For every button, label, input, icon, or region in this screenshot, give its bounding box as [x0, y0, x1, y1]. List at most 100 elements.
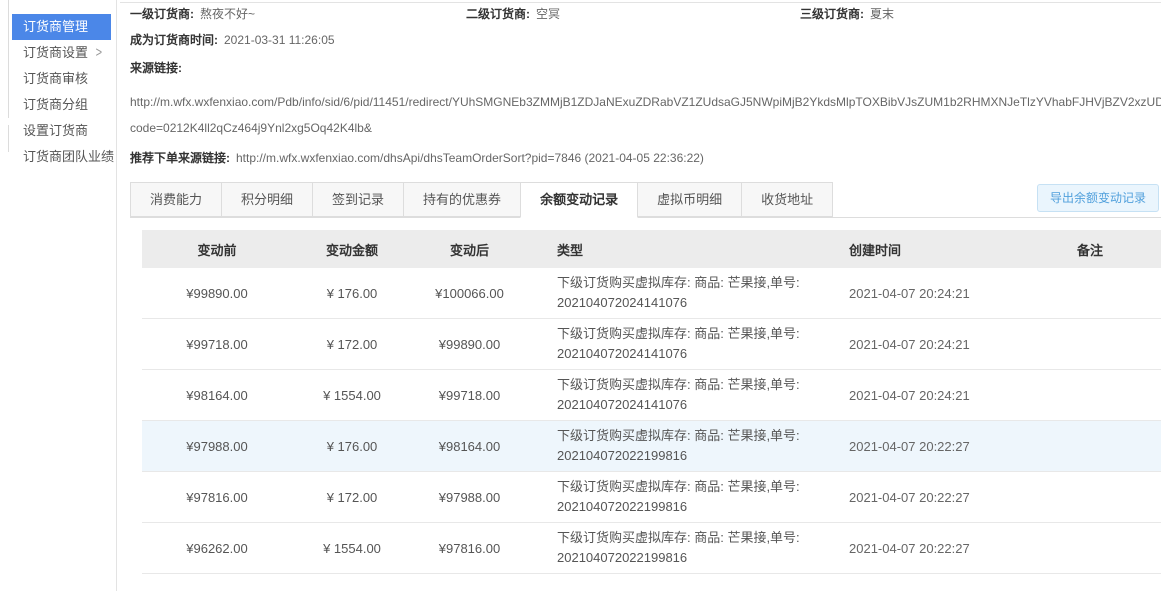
- source-link-code: code=0212K4ll2qCz464j9Ynl2xg5Oq42K4lb&: [130, 121, 372, 135]
- cell-remark: [1052, 442, 1161, 450]
- cell-created: 2021-04-07 20:24:21: [827, 333, 1052, 356]
- table-row: ¥96262.00¥ 1554.00¥97816.00下级订货购买虚拟库存: 商…: [142, 523, 1161, 574]
- table-body: ¥99890.00¥ 176.00¥100066.00下级订货购买虚拟库存: 商…: [142, 268, 1161, 591]
- chevron-right-icon: >: [96, 36, 102, 70]
- sidebar: 订货商管理订货商设置>订货商审核订货商分组设置订货商订货商团队业绩: [9, 0, 117, 591]
- cell-before: ¥96262.00: [142, 537, 292, 560]
- table-row: ¥96164.00¥ 98.00¥96262.00订单付款,单号: 202104…: [142, 574, 1161, 591]
- column-header: 备注: [1052, 236, 1161, 263]
- sidebar-item-label: 订货商分组: [23, 97, 88, 112]
- cell-amount: ¥ 1554.00: [292, 537, 412, 560]
- column-header: 变动后: [412, 236, 527, 263]
- source-link-url: http://m.wfx.wxfenxiao.com/Pdb/info/sid/…: [130, 95, 1161, 109]
- level2-distributor-label: 二级订货商:: [466, 7, 530, 21]
- source-link-label-row: 来源链接:: [130, 59, 188, 76]
- level1-distributor-value: 熬夜不好~: [200, 7, 255, 21]
- page: 订货商管理订货商设置>订货商审核订货商分组设置订货商订货商团队业绩 一级订货商:…: [0, 0, 1161, 591]
- cell-created: 2021-04-07 17:07:51: [827, 588, 1052, 591]
- recommend-order-link: 推荐下单来源链接: http://m.wfx.wxfenxiao.com/dhsA…: [130, 149, 704, 166]
- cell-after: ¥99890.00: [412, 333, 527, 356]
- become-time: 成为订货商时间: 2021-03-31 11:26:05: [130, 31, 335, 48]
- cell-remark: [1052, 544, 1161, 552]
- cell-type: 下级订货购买虚拟库存: 商品: 芒果接,单号: 2021040720241410…: [527, 320, 827, 368]
- table-row: ¥98164.00¥ 1554.00¥99718.00下级订货购买虚拟库存: 商…: [142, 370, 1161, 421]
- become-time-value: 2021-03-31 11:26:05: [224, 33, 335, 47]
- tab[interactable]: 虚拟币明细: [637, 182, 742, 217]
- column-header: 类型: [527, 236, 827, 263]
- column-header: 变动前: [142, 236, 292, 263]
- tab[interactable]: 持有的优惠券: [403, 182, 521, 217]
- sidebar-item-label: 设置订货商: [23, 123, 88, 138]
- sidebar-item[interactable]: 订货商团队业绩: [12, 144, 111, 170]
- table-row: ¥99890.00¥ 176.00¥100066.00下级订货购买虚拟库存: 商…: [142, 268, 1161, 319]
- level3-distributor-label: 三级订货商:: [800, 7, 864, 21]
- cell-created: 2021-04-07 20:22:27: [827, 435, 1052, 458]
- cell-after: ¥96262.00: [412, 588, 527, 591]
- cell-type: 下级订货购买虚拟库存: 商品: 芒果接,单号: 2021040720241410…: [527, 269, 827, 317]
- content-top-divider: [120, 2, 1161, 3]
- cell-amount: ¥ 172.00: [292, 333, 412, 356]
- balance-records-table: 变动前变动金额变动后类型创建时间备注 ¥99890.00¥ 176.00¥100…: [142, 230, 1161, 591]
- sidebar-item-label: 订货商管理: [23, 19, 88, 34]
- cell-amount: ¥ 1554.00: [292, 384, 412, 407]
- sidebar-item-label: 订货商设置: [23, 45, 88, 60]
- cell-after: ¥97988.00: [412, 486, 527, 509]
- cell-before: ¥99718.00: [142, 333, 292, 356]
- sidebar-item[interactable]: 订货商审核: [12, 66, 111, 92]
- cell-before: ¥98164.00: [142, 384, 292, 407]
- table-row: ¥97816.00¥ 172.00¥97988.00下级订货购买虚拟库存: 商品…: [142, 472, 1161, 523]
- cell-type: 下级订货购买虚拟库存: 商品: 芒果接,单号: 2021040720221998…: [527, 422, 827, 470]
- tab-bar: 消费能力积分明细签到记录持有的优惠券余额变动记录虚拟币明细收货地址: [130, 182, 832, 218]
- cell-created: 2021-04-07 20:24:21: [827, 384, 1052, 407]
- cell-remark: [1052, 391, 1161, 399]
- tab[interactable]: 消费能力: [130, 182, 222, 217]
- column-header: 变动金额: [292, 236, 412, 263]
- tab[interactable]: 积分明细: [221, 182, 313, 217]
- cell-remark: [1052, 493, 1161, 501]
- cell-amount: ¥ 176.00: [292, 282, 412, 305]
- recommend-order-link-value: http://m.wfx.wxfenxiao.com/dhsApi/dhsTea…: [236, 151, 704, 165]
- cell-type: 下级订货购买虚拟库存: 商品: 芒果接,单号: 2021040720221998…: [527, 524, 827, 572]
- source-link-label: 来源链接:: [130, 61, 182, 75]
- become-time-label: 成为订货商时间:: [130, 33, 218, 47]
- sidebar-item[interactable]: 订货商设置>: [12, 40, 111, 66]
- cell-before: ¥96164.00: [142, 588, 292, 591]
- table-row: ¥97988.00¥ 176.00¥98164.00下级订货购买虚拟库存: 商品…: [142, 421, 1161, 472]
- level1-distributor: 一级订货商: 熬夜不好~: [130, 5, 255, 22]
- level3-distributor: 三级订货商: 夏末: [800, 5, 894, 22]
- sidebar-item-label: 订货商审核: [23, 71, 88, 86]
- column-header: 创建时间: [827, 236, 1052, 263]
- tab[interactable]: 签到记录: [312, 182, 404, 217]
- cell-after: ¥99718.00: [412, 384, 527, 407]
- cell-created: 2021-04-07 20:22:27: [827, 486, 1052, 509]
- sidebar-item[interactable]: 设置订货商: [12, 118, 111, 144]
- table-row: ¥99718.00¥ 172.00¥99890.00下级订货购买虚拟库存: 商品…: [142, 319, 1161, 370]
- cell-after: ¥97816.00: [412, 537, 527, 560]
- cell-amount: ¥ 98.00: [292, 588, 412, 591]
- cell-type: 下级订货购买虚拟库存: 商品: 芒果接,单号: 2021040720221998…: [527, 473, 827, 521]
- cell-before: ¥99890.00: [142, 282, 292, 305]
- cell-amount: ¥ 176.00: [292, 435, 412, 458]
- level3-distributor-value: 夏末: [870, 7, 894, 21]
- cell-remark: [1052, 289, 1161, 297]
- cell-amount: ¥ 172.00: [292, 486, 412, 509]
- recommend-order-link-label: 推荐下单来源链接:: [130, 151, 230, 165]
- cell-type: 订单付款,单号: 202104071707515517: [527, 585, 827, 591]
- cell-before: ¥97816.00: [142, 486, 292, 509]
- tab[interactable]: 余额变动记录: [520, 182, 638, 218]
- export-balance-records-button[interactable]: 导出余额变动记录: [1037, 184, 1159, 212]
- sidebar-item-label: 订货商团队业绩: [23, 149, 114, 164]
- cell-created: 2021-04-07 20:24:21: [827, 282, 1052, 305]
- cell-after: ¥100066.00: [412, 282, 527, 305]
- tab[interactable]: 收货地址: [741, 182, 833, 217]
- cell-type: 下级订货购买虚拟库存: 商品: 芒果接,单号: 2021040720241410…: [527, 371, 827, 419]
- cell-created: 2021-04-07 20:22:27: [827, 537, 1052, 560]
- cell-before: ¥97988.00: [142, 435, 292, 458]
- cell-after: ¥98164.00: [412, 435, 527, 458]
- cell-remark: [1052, 340, 1161, 348]
- level2-distributor: 二级订货商: 空冥: [466, 5, 560, 22]
- level1-distributor-label: 一级订货商:: [130, 7, 194, 21]
- table-header-row: 变动前变动金额变动后类型创建时间备注: [142, 230, 1161, 268]
- level2-distributor-value: 空冥: [536, 7, 560, 21]
- sidebar-item[interactable]: 订货商分组: [12, 92, 111, 118]
